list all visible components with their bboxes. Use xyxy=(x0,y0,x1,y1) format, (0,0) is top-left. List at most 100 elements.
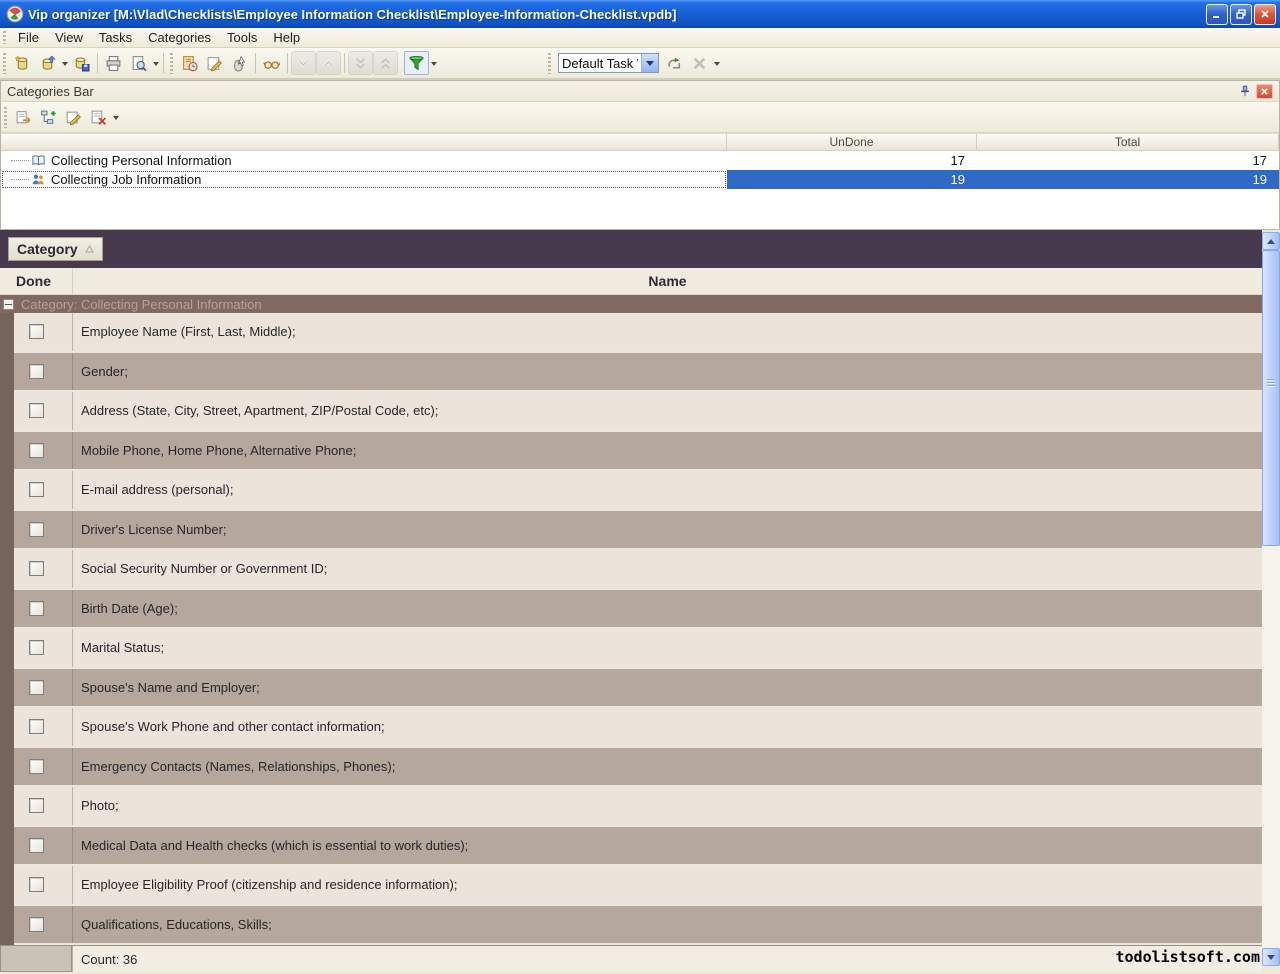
done-checkbox[interactable] xyxy=(29,403,44,418)
task-row[interactable]: Driver's License Number; xyxy=(0,511,1262,551)
task-row[interactable]: Mobile Phone, Home Phone, Alternative Ph… xyxy=(0,432,1262,472)
task-row[interactable]: Address (State, City, Street, Apartment,… xyxy=(0,392,1262,432)
edit-task-button[interactable] xyxy=(202,51,227,75)
minimize-button[interactable] xyxy=(1206,4,1228,25)
task-view-combobox[interactable] xyxy=(558,53,659,73)
delete-category-dropdown[interactable] xyxy=(111,105,120,129)
group-by-category-button[interactable]: Category xyxy=(8,237,103,261)
toolbar-grip[interactable] xyxy=(4,107,7,128)
scroll-up-button[interactable] xyxy=(1262,232,1280,250)
menu-help[interactable]: Help xyxy=(265,28,308,47)
task-row[interactable]: Employee Eligibility Proof (citizenship … xyxy=(0,866,1262,906)
task-name: E-mail address (personal); xyxy=(73,471,1262,509)
done-checkbox[interactable] xyxy=(29,759,44,774)
categories-bar-panel: Categories Bar UnDone Total Collecting P… xyxy=(0,80,1280,230)
done-checkbox[interactable] xyxy=(29,680,44,695)
done-checkbox[interactable] xyxy=(29,324,44,339)
task-row[interactable]: Emergency Contacts (Names, Relationships… xyxy=(0,748,1262,788)
task-row[interactable]: Photo; xyxy=(0,787,1262,827)
done-checkbox[interactable] xyxy=(29,601,44,616)
scroll-down-button[interactable] xyxy=(1262,948,1280,966)
menu-file[interactable]: File xyxy=(10,28,47,47)
pin-icon[interactable] xyxy=(1236,84,1253,99)
toolbar-separator xyxy=(344,53,345,73)
apply-view-button[interactable] xyxy=(662,51,687,75)
filter-button[interactable] xyxy=(404,51,429,75)
window-title: Vip organizer [M:\Vlad\Checklists\Employ… xyxy=(28,7,1198,22)
total-header[interactable]: Total xyxy=(977,134,1279,151)
task-view-value[interactable] xyxy=(559,54,641,72)
print-preview-dropdown[interactable] xyxy=(151,51,160,75)
undone-header[interactable]: UnDone xyxy=(727,134,977,151)
view-toolbar-dropdown[interactable] xyxy=(712,51,721,75)
toolbar-separator xyxy=(255,53,256,73)
save-database-button[interactable] xyxy=(69,51,94,75)
category-name-cell[interactable]: Collecting Job Information xyxy=(1,170,727,189)
menu-categories[interactable]: Categories xyxy=(140,28,219,47)
category-name-cell[interactable]: Collecting Personal Information xyxy=(1,151,727,170)
done-checkbox[interactable] xyxy=(29,443,44,458)
category-group-row[interactable]: Category: Collecting Personal Informatio… xyxy=(0,295,1262,313)
delete-category-button[interactable] xyxy=(86,105,111,129)
categories-bar-close-button[interactable] xyxy=(1256,84,1273,99)
done-checkbox[interactable] xyxy=(29,561,44,576)
group-by-bar: Category xyxy=(0,230,1262,268)
task-row[interactable]: Medical Data and Health checks (which is… xyxy=(0,827,1262,867)
task-row[interactable]: Marital Status; xyxy=(0,629,1262,669)
done-column-header[interactable]: Done xyxy=(0,268,73,294)
new-task-button[interactable] xyxy=(177,51,202,75)
toolbar-grip[interactable] xyxy=(3,31,6,44)
category-row[interactable]: Collecting Job Information1919 xyxy=(1,170,1279,189)
category-row[interactable]: Collecting Personal Information1717 xyxy=(1,151,1279,170)
done-checkbox[interactable] xyxy=(29,640,44,655)
done-checkbox[interactable] xyxy=(29,522,44,537)
done-checkbox[interactable] xyxy=(29,719,44,734)
task-row[interactable]: Employee Name (First, Last, Middle); xyxy=(0,313,1262,353)
open-database-button[interactable] xyxy=(35,51,60,75)
done-checkbox[interactable] xyxy=(29,798,44,813)
task-name: Marital Status; xyxy=(73,629,1262,667)
task-row[interactable]: E-mail address (personal); xyxy=(0,471,1262,511)
done-checkbox[interactable] xyxy=(29,877,44,892)
sort-ascending-icon xyxy=(85,245,94,253)
new-database-button[interactable] xyxy=(10,51,35,75)
task-row[interactable]: Gender; xyxy=(0,353,1262,393)
complete-task-button[interactable] xyxy=(227,51,252,75)
task-row[interactable]: Birth Date (Age); xyxy=(0,590,1262,630)
restore-button[interactable] xyxy=(1230,4,1252,25)
toolbar-grip[interactable] xyxy=(548,53,551,74)
print-button[interactable] xyxy=(101,51,126,75)
combo-dropdown-icon[interactable] xyxy=(641,54,658,72)
name-column-header[interactable]: Name xyxy=(73,268,1262,294)
done-checkbox[interactable] xyxy=(29,838,44,853)
category-name-header[interactable] xyxy=(1,134,727,151)
menu-view[interactable]: View xyxy=(47,28,91,47)
new-category-button[interactable] xyxy=(11,105,36,129)
done-checkbox[interactable] xyxy=(29,917,44,932)
toolbar-grip[interactable] xyxy=(3,53,6,74)
open-database-dropdown[interactable] xyxy=(60,51,69,75)
task-row[interactable]: Spouse's Name and Employer; xyxy=(0,669,1262,709)
done-checkbox[interactable] xyxy=(29,482,44,497)
menu-tasks[interactable]: Tasks xyxy=(91,28,140,47)
filter-dropdown[interactable] xyxy=(429,51,438,75)
close-button[interactable] xyxy=(1254,4,1276,25)
scrollbar-thumb[interactable] xyxy=(1262,250,1280,546)
toolbar-separator xyxy=(287,53,288,73)
view-glasses-button[interactable] xyxy=(259,51,284,75)
new-subcategory-button[interactable] xyxy=(36,105,61,129)
task-row[interactable]: Spouse's Work Phone and other contact in… xyxy=(0,708,1262,748)
vertical-scrollbar[interactable] xyxy=(1262,232,1280,966)
done-checkbox[interactable] xyxy=(29,364,44,379)
menu-bar: FileViewTasksCategoriesToolsHelp xyxy=(0,28,1280,48)
menu-tools[interactable]: Tools xyxy=(219,28,265,47)
task-row[interactable]: Social Security Number or Government ID; xyxy=(0,550,1262,590)
task-row[interactable]: Qualifications, Educations, Skills; xyxy=(0,906,1262,946)
grid-rows: Employee Name (First, Last, Middle);Gend… xyxy=(0,313,1262,945)
edit-category-button[interactable] xyxy=(61,105,86,129)
toolbar-grip[interactable] xyxy=(170,53,173,74)
collapse-icon[interactable] xyxy=(3,299,14,310)
task-name: Employee Eligibility Proof (citizenship … xyxy=(73,866,1262,904)
print-preview-button[interactable] xyxy=(126,51,151,75)
menu-bar-items: FileViewTasksCategoriesToolsHelp xyxy=(10,28,308,47)
